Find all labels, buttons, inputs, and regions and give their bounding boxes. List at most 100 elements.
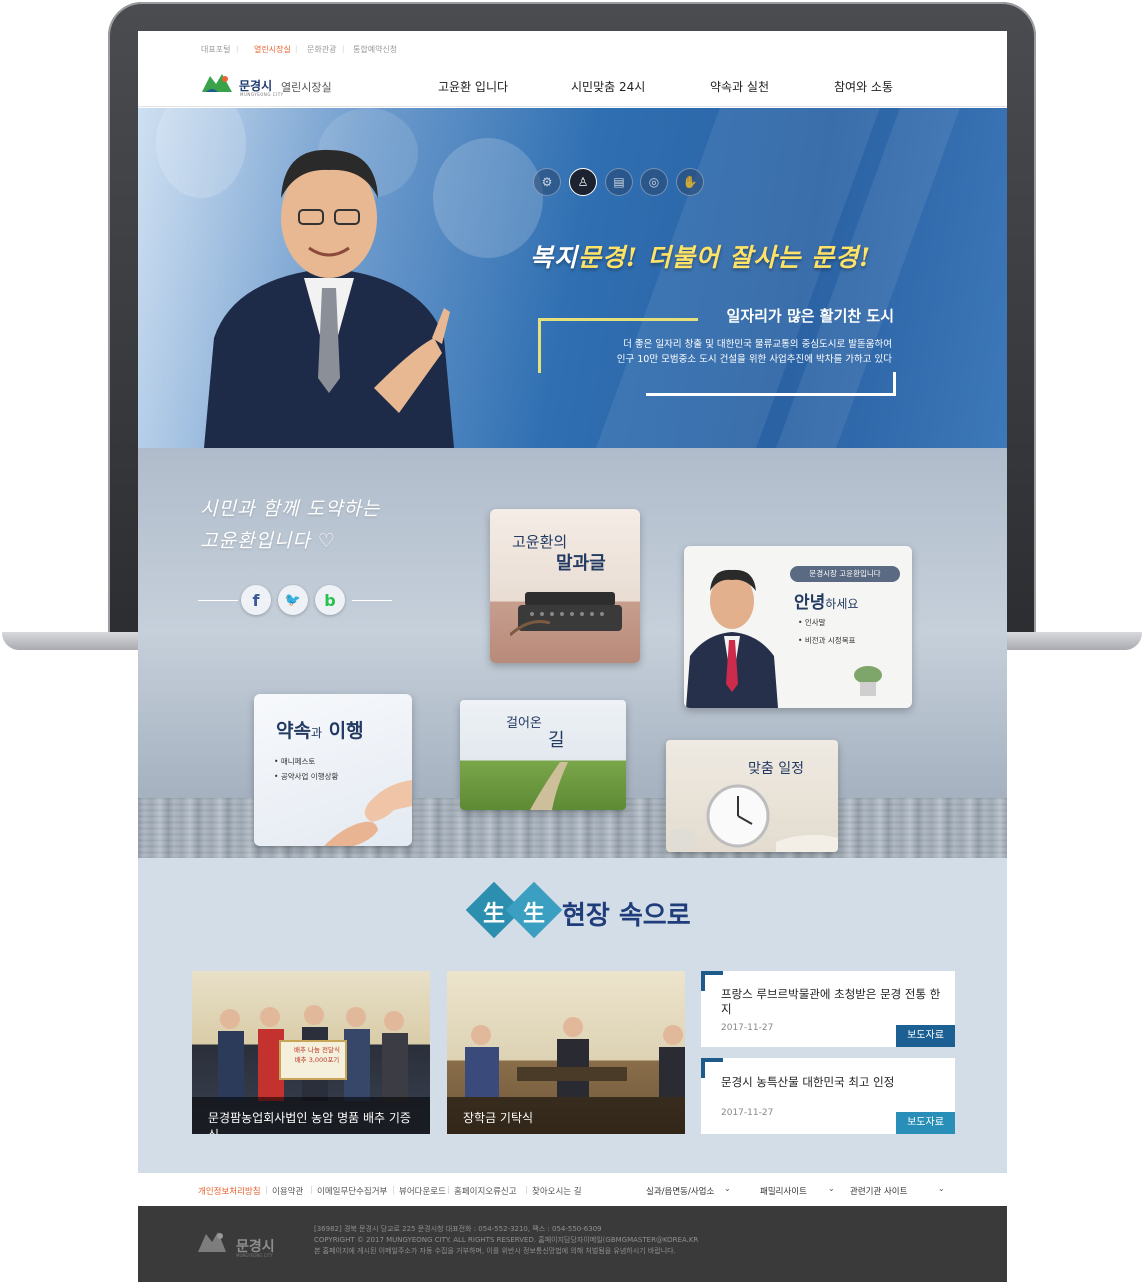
slogan-text: 문경! 더불어 잘사는: [578, 243, 812, 272]
slogan-text: 복지: [530, 243, 579, 272]
title-char: 生: [522, 902, 545, 927]
chevron-down-icon[interactable]: ⌄: [724, 1184, 731, 1193]
card-schedule[interactable]: 맞춤 일정: [666, 740, 838, 852]
card-greeting[interactable]: 문경시장 고윤환입니다 안녕하세요 • 인사말 • 비전과 시정목표: [684, 546, 912, 708]
news-photo-card[interactable]: 배추 나눔 전달식 배추 3,000포기 문경팜농업회사법인 농암 명품 배추 …: [192, 971, 430, 1134]
footer-logo-subtitle: MUNGYEONG CITY: [236, 1253, 273, 1258]
photo-caption: 장학금 기탁식: [447, 1097, 685, 1134]
promise-title-text: 약속: [276, 720, 311, 742]
hero-desc-line: 인구 10만 모범중소 도시 건설을 위한 사업추진에 박차를 가하고 있다: [616, 354, 892, 365]
news-tag-button[interactable]: 보도자료: [896, 1112, 955, 1134]
news-item[interactable]: 프랑스 루브르박물관에 초청받은 문경 전통 한지 2017-11-27 보도자…: [701, 971, 955, 1047]
footer-link-directions[interactable]: 찾아오시는 길: [532, 1185, 582, 1197]
news-title[interactable]: 문경시 농특산물 대한민국 최고 인정: [721, 1075, 941, 1090]
photo-banner-line: 배추 나눔 전달식: [294, 1046, 340, 1054]
hero-desc-line: 더 좋은 일자리 창출 및 대한민국 물류교통의 중심도시로 발돋움하여: [623, 339, 892, 350]
nav-participation[interactable]: 참여와 소통: [834, 78, 893, 95]
footer-info: [36982] 경북 문경시 당교로 225 문경시청 대표전화 : 054-5…: [314, 1224, 698, 1257]
promise-title: 약속과 이행: [276, 716, 364, 743]
news-tag-button[interactable]: 보도자료: [896, 1025, 955, 1047]
utility-nav: 대표포털 | 열린시장실 | 문화관광 | 통합예약신청: [201, 44, 398, 55]
sports-icon[interactable]: ◎: [640, 168, 668, 196]
hero-subtitle: 일자리가 많은 활기찬 도시: [726, 307, 894, 325]
chevron-down-icon[interactable]: ⌄: [938, 1184, 945, 1193]
logo-subtitle: MUNGYEONG CITY: [240, 92, 284, 97]
greeting-item-label: 비전과 시정목표: [804, 636, 856, 645]
clock-image: [668, 784, 838, 852]
scholarship-ceremony-image: [465, 1017, 685, 1097]
laptop-mockup: 대표포털 | 열린시장실 | 문화관광 | 통합예약신청 문경시 MUNGYEO…: [0, 0, 1143, 1282]
photo-banner: 배추 나눔 전달식 배추 3,000포기: [288, 1045, 346, 1065]
mungyeong-logo-icon[interactable]: [200, 70, 234, 94]
twitter-icon[interactable]: 🐦: [278, 585, 308, 615]
greeting-item[interactable]: • 인사말: [798, 617, 826, 628]
footer-link-terms[interactable]: 이용약관: [272, 1185, 303, 1197]
photo-caption: 문경팜농업회사법인 농암 명품 배추 기증식: [192, 1097, 430, 1134]
news-photo-card[interactable]: 장학금 기탁식: [447, 971, 685, 1134]
promise-title-text: 과: [310, 726, 323, 740]
intro-line: 시민과 함께 도약하는: [200, 498, 381, 520]
hero-slogan: 복지문경! 더불어 잘사는 문경!: [530, 238, 871, 274]
news-date: 2017-11-27: [721, 1108, 774, 1118]
mayor-menu-section: 시민과 함께 도약하는 고윤환입니다 ♡ f 🐦 b 고윤환의 말과글 문경시장…: [138, 448, 1007, 858]
greeting-title-text: 하세요: [825, 597, 859, 611]
util-link-culture[interactable]: 문화관광: [307, 44, 336, 55]
card-title: 걸어온: [506, 716, 542, 731]
footer-link-privacy[interactable]: 개인정보처리방침: [198, 1185, 261, 1197]
field-title: 현장 속으로: [562, 901, 691, 931]
hero-description: 더 좋은 일자리 창출 및 대한민국 물류교통의 중심도시로 발돋움하여 인구 …: [617, 337, 892, 367]
news-title[interactable]: 프랑스 루브르박물관에 초청받은 문경 전통 한지: [721, 987, 941, 1017]
greeting-title: 안녕하세요: [794, 588, 858, 613]
photo-banner-line: 배추 3,000포기: [294, 1056, 340, 1064]
footer-logo-icon: [198, 1232, 226, 1252]
handshake-icon[interactable]: ✋: [676, 168, 704, 196]
select-related-sites[interactable]: 관련기관 사이트: [850, 1185, 907, 1197]
greeting-badge: 문경시장 고윤환입니다: [790, 566, 900, 582]
nav-citizen-24[interactable]: 시민맞춤 24시: [571, 78, 645, 95]
card-path[interactable]: 걸어온 길: [460, 700, 626, 810]
document-icon[interactable]: ▤: [605, 168, 633, 196]
person-icon[interactable]: ♙: [569, 168, 597, 196]
select-family-sites[interactable]: 패밀리사이트: [760, 1185, 807, 1197]
card-title: 길: [548, 730, 565, 751]
footer-links: 개인정보처리방침 | 이용약관 | 이메일무단수집거부 | 뷰어다운로드 | 홈…: [138, 1173, 1007, 1206]
footer-copyright: COPYRIGHT © 2017 MUNGYEONG CITY. ALL RIG…: [314, 1236, 699, 1244]
nav-about[interactable]: 고윤환 입니다: [438, 78, 508, 95]
facebook-icon[interactable]: f: [241, 585, 271, 615]
nav-promise[interactable]: 약속과 실천: [710, 78, 769, 95]
hero-description-box: 일자리가 많은 활기찬 도시 더 좋은 일자리 창출 및 대한민국 물류교통의 …: [538, 307, 896, 396]
section-title: 열린시장실: [281, 81, 332, 94]
news-item[interactable]: 문경시 농특산물 대한민국 최고 인정 2017-11-27 보도자료: [701, 1058, 955, 1134]
band-icon[interactable]: b: [315, 585, 345, 615]
footer-link-viewer[interactable]: 뷰어다운로드: [399, 1185, 446, 1197]
holding-hands-image: [324, 780, 412, 846]
typewriter-image: [510, 592, 622, 637]
card-title: 말과글: [556, 553, 606, 574]
website-screen: 대표포털 | 열린시장실 | 문화관광 | 통합예약신청 문경시 MUNGYEO…: [138, 31, 1007, 1282]
promise-item[interactable]: • 매니페스토: [274, 756, 315, 767]
slogan-text: 문경!: [811, 243, 872, 272]
footer-link-error-report[interactable]: 홈페이지오류신고: [454, 1185, 517, 1197]
field-news-section: 生 生 현장 속으로 배추 나눔 전달식 배추 3,000포기 문경팜농업회사법…: [138, 858, 1007, 1173]
card-words-and-writings[interactable]: 고윤환의 말과글: [490, 509, 640, 663]
mayor-photo: [204, 149, 454, 448]
util-link-mayor-office[interactable]: 열린시장실: [254, 44, 291, 55]
select-departments[interactable]: 실과/읍면동/사업소: [646, 1185, 714, 1197]
greeting-item-label: 인사말: [804, 618, 826, 627]
mayor-portrait-image: [686, 569, 778, 708]
footer-notice: 본 홈페이지에 게시된 이메일주소가 자동 수집을 거부하며, 이를 위반시 정…: [314, 1247, 676, 1255]
greeting-item[interactable]: • 비전과 시정목표: [798, 635, 856, 646]
util-link-reservation[interactable]: 통합예약신청: [353, 44, 397, 55]
card-promise[interactable]: 약속과 이행 • 매니페스토 • 공약사업 이행상황: [254, 694, 412, 846]
plant-image: [844, 658, 894, 698]
util-link-portal[interactable]: 대표포털: [201, 44, 230, 55]
hero-banner: ⚙ ♙ ▤ ◎ ✋ 복지문경! 더불어 잘사는 문경! 일자리가 많은 활기찬 …: [138, 108, 1007, 448]
gear-icon[interactable]: ⚙: [533, 168, 561, 196]
card-title: 맞춤 일정: [748, 761, 804, 777]
chevron-down-icon[interactable]: ⌄: [828, 1184, 835, 1193]
promise-item-label: 매니페스토: [280, 757, 316, 766]
footer-address: [36982] 경북 문경시 당교로 225 문경시청 대표전화 : 054-5…: [314, 1225, 602, 1233]
footer-link-email-refusal[interactable]: 이메일무단수집거부: [317, 1185, 387, 1197]
intro-line: 고윤환입니다 ♡: [200, 530, 336, 552]
main-navbar: 문경시 MUNGYEONG CITY 열린시장실 고윤환 입니다 시민맞춤 24…: [138, 67, 1007, 107]
